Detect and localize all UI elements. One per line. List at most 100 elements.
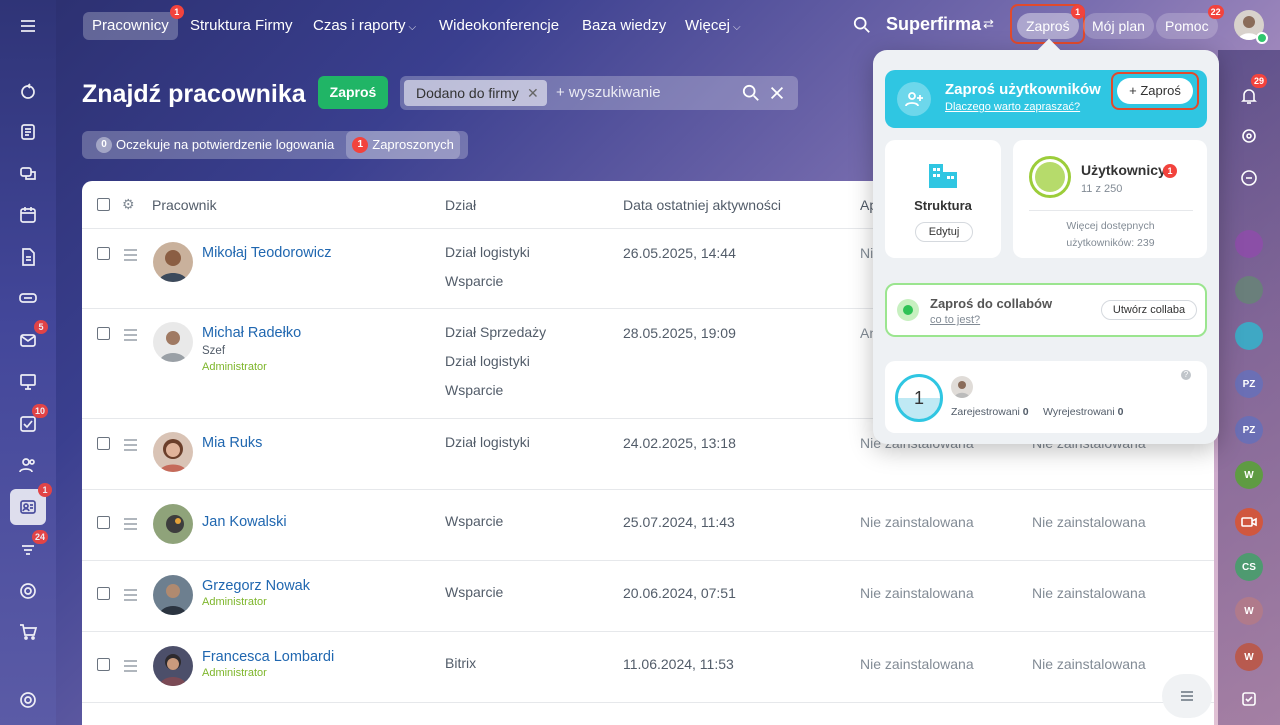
contact-avatar[interactable]: PZ <box>1235 370 1263 398</box>
video-icon[interactable] <box>1235 508 1263 536</box>
table-row[interactable]: Jan Kowalski Wsparcie 25.07.2024, 11:43 … <box>82 490 1214 561</box>
employee-name[interactable]: Michał Radełko <box>202 325 301 341</box>
department-list: Wsparcie <box>445 578 503 607</box>
bell-icon[interactable]: 29 <box>1235 74 1267 110</box>
why-invite-link[interactable]: Dlaczego warto zapraszać? <box>945 101 1080 113</box>
mail-icon[interactable]: 5 <box>14 320 48 354</box>
department: Wsparcie <box>445 273 504 289</box>
filter-pending[interactable]: 0 Oczekuje na potwierdzenie logowania <box>90 131 340 159</box>
presentation-icon[interactable] <box>14 368 42 396</box>
gear-icon[interactable]: ⚙ <box>122 196 135 213</box>
header-employee[interactable]: Pracownik <box>152 197 217 213</box>
news-icon[interactable] <box>14 118 42 146</box>
tasks-icon[interactable]: 10 <box>14 404 48 438</box>
select-all-checkbox[interactable] <box>97 198 110 211</box>
close-icon[interactable]: ✕ <box>527 80 539 106</box>
tasks-badge: 10 <box>31 404 48 418</box>
feed-icon[interactable]: 24 <box>14 530 48 564</box>
employee-name[interactable]: Grzegorz Nowak <box>202 578 310 594</box>
row-checkbox[interactable] <box>97 327 110 340</box>
contact-avatar[interactable]: CS <box>1235 553 1263 581</box>
users-badge: 1 <box>1163 164 1177 178</box>
tab-czas-raporty[interactable]: Czas i raporty ⌵ <box>304 12 425 40</box>
target-icon[interactable] <box>1235 122 1263 150</box>
contact-avatar[interactable] <box>1235 322 1263 350</box>
list-menu-icon[interactable] <box>1162 674 1212 718</box>
edit-structure-button[interactable]: Edytuj <box>915 222 973 242</box>
contact-avatar[interactable] <box>1235 276 1263 304</box>
settings-icon[interactable] <box>14 686 42 714</box>
drag-handle-icon[interactable] <box>124 589 137 604</box>
tab-wideokonferencje[interactable]: Wideokonferencje <box>430 12 568 40</box>
create-collab-button[interactable]: Utwórz collaba <box>1101 300 1197 320</box>
target-icon[interactable] <box>14 577 42 605</box>
employees-icon[interactable]: 1 <box>10 483 52 525</box>
drag-handle-icon[interactable] <box>124 329 137 344</box>
contact-avatar[interactable]: W <box>1235 597 1263 625</box>
employee-name[interactable]: Mikołaj Teodorowicz <box>202 245 331 261</box>
filter-chip[interactable]: Dodano do firmy ✕ <box>404 80 547 106</box>
contact-avatar[interactable]: PZ <box>1235 416 1263 444</box>
users-icon[interactable] <box>14 451 42 479</box>
users-card[interactable]: Użytkownicy 1 11 z 250 Więcej dostępnych… <box>1013 140 1207 258</box>
collab-icon <box>897 299 919 321</box>
invite-top-button[interactable]: Zaproś 1 <box>1017 5 1085 39</box>
employee-name[interactable]: Mia Ruks <box>202 435 262 451</box>
row-checkbox[interactable] <box>97 247 110 260</box>
employee-name[interactable]: Jan Kowalski <box>202 514 287 530</box>
app-status: Nie zainstalowana <box>860 514 974 530</box>
contact-avatar[interactable] <box>1235 230 1263 258</box>
drag-handle-icon[interactable] <box>124 518 137 533</box>
tab-struktura[interactable]: Struktura Firmy <box>181 12 302 40</box>
calendar-icon[interactable] <box>14 201 42 229</box>
switch-icon[interactable]: ⇄ <box>983 16 994 32</box>
search-icon[interactable] <box>853 16 871 37</box>
my-plan-button[interactable]: Mój plan <box>1083 13 1154 39</box>
help-icon[interactable]: ? <box>1181 370 1191 380</box>
row-checkbox[interactable] <box>97 587 110 600</box>
help-button[interactable]: Pomoc 22 <box>1156 5 1224 39</box>
last-activity: 11.06.2024, 11:53 <box>623 656 734 672</box>
registered-value: 0 <box>1022 406 1029 418</box>
mail-badge: 5 <box>34 320 48 334</box>
cart-icon[interactable] <box>14 618 42 646</box>
popup-invite-button[interactable]: + Zaproś <box>1117 78 1193 104</box>
invite-button[interactable]: Zaproś <box>318 76 388 109</box>
search-icon[interactable] <box>742 84 760 102</box>
header-department[interactable]: Dział <box>445 197 476 213</box>
structure-title: Struktura <box>914 198 972 213</box>
row-checkbox[interactable] <box>97 437 110 450</box>
employee-name[interactable]: Francesca Lombardi <box>202 649 334 665</box>
collab-info-link[interactable]: co to jest? <box>930 314 980 326</box>
tab-baza-wiedzy[interactable]: Baza wiedzy <box>573 12 675 40</box>
chat-icon[interactable] <box>14 160 42 188</box>
app-status-2: Nie zainstalowana <box>1032 585 1146 601</box>
refresh-icon[interactable] <box>14 78 42 106</box>
contact-avatar[interactable]: W <box>1235 461 1263 489</box>
chat-search-icon[interactable] <box>1235 164 1263 192</box>
drag-handle-icon[interactable] <box>124 249 137 264</box>
table-row[interactable]: Grzegorz Nowak Administrator Wsparcie 20… <box>82 561 1214 632</box>
menu-icon[interactable] <box>14 12 42 40</box>
feed-badge: 24 <box>31 530 48 544</box>
drive-icon[interactable] <box>14 284 42 312</box>
department-list: Bitrix <box>445 649 476 678</box>
search-input[interactable]: + wyszukiwanie <box>556 76 661 110</box>
drag-handle-icon[interactable] <box>124 439 137 454</box>
drag-handle-icon[interactable] <box>124 660 137 675</box>
tab-wiecej[interactable]: Więcej ⌵ <box>676 12 750 40</box>
structure-card[interactable]: Struktura Edytuj <box>885 140 1001 258</box>
search-bar[interactable]: Dodano do firmy ✕ + wyszukiwanie <box>400 76 798 110</box>
close-icon[interactable] <box>768 84 786 102</box>
row-checkbox[interactable] <box>97 516 110 529</box>
document-icon[interactable] <box>14 243 42 271</box>
filter-label: Zaproszonych <box>372 137 454 152</box>
tab-pracownicy[interactable]: Pracownicy 1 <box>83 5 184 40</box>
header-last-activity[interactable]: Data ostatniej aktywności <box>623 197 781 213</box>
table-row[interactable]: Francesca Lombardi Administrator Bitrix … <box>82 632 1214 703</box>
filter-invited[interactable]: 1 Zaproszonych <box>346 131 460 159</box>
row-checkbox[interactable] <box>97 658 110 671</box>
check-icon[interactable] <box>1235 685 1263 713</box>
company-name[interactable]: Superfirma <box>886 14 981 35</box>
contact-avatar[interactable]: W <box>1235 643 1263 671</box>
